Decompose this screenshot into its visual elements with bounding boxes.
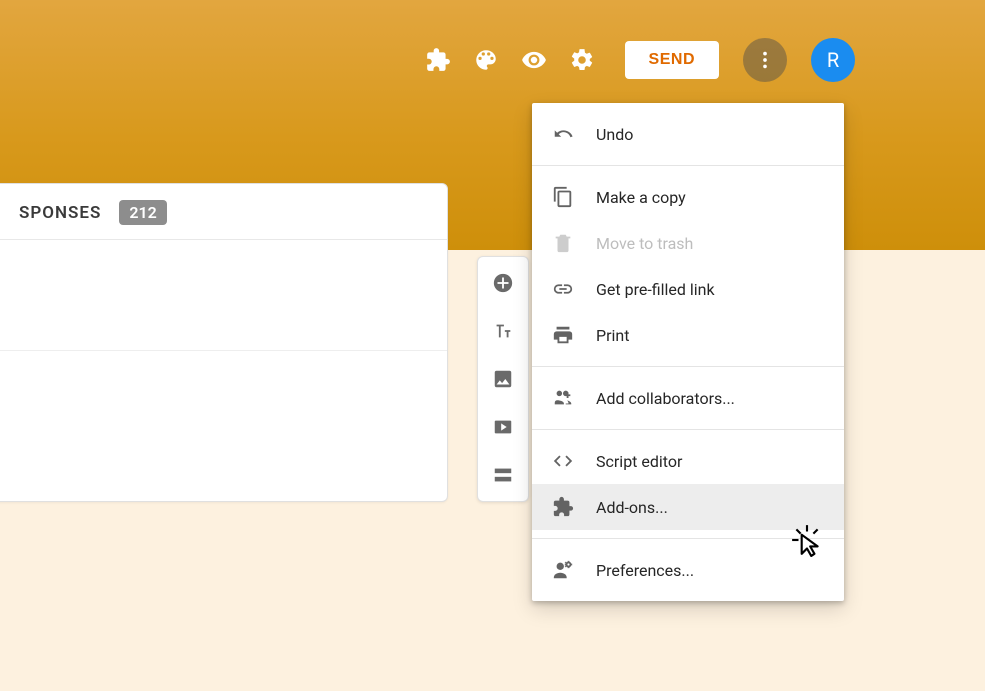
responses-count-badge: 212: [119, 200, 166, 225]
menu-item-label: Move to trash: [596, 234, 693, 253]
menu-item-label: Add collaborators...: [596, 389, 735, 408]
trash-icon: [552, 232, 574, 254]
form-card: SPONSES 212: [0, 183, 448, 502]
add-title-icon[interactable]: [491, 319, 515, 343]
question-toolbar: [477, 256, 529, 502]
add-section-icon[interactable]: [491, 463, 515, 487]
preview-icon[interactable]: [519, 45, 549, 75]
print-icon: [552, 324, 574, 346]
menu-item-label: Print: [596, 326, 629, 345]
add-question-icon[interactable]: [491, 271, 515, 295]
menu-item-label: Script editor: [596, 452, 682, 471]
settings-icon[interactable]: [567, 45, 597, 75]
menu-item-label: Add-ons...: [596, 498, 668, 517]
palette-icon[interactable]: [471, 45, 501, 75]
add-video-icon[interactable]: [491, 415, 515, 439]
menu-item-label: Preferences...: [596, 561, 694, 580]
menu-separator: [532, 366, 844, 367]
code-icon: [552, 450, 574, 472]
copy-icon: [552, 186, 574, 208]
addons-icon[interactable]: [423, 45, 453, 75]
menu-item-move-trash: Move to trash: [532, 220, 844, 266]
menu-item-prefilled-link[interactable]: Get pre-filled link: [532, 266, 844, 312]
preferences-icon: [552, 559, 574, 581]
menu-item-make-copy[interactable]: Make a copy: [532, 174, 844, 220]
more-menu-button[interactable]: [743, 38, 787, 82]
tabs-row: SPONSES 212: [0, 184, 447, 240]
menu-item-add-collaborators[interactable]: Add collaborators...: [532, 375, 844, 421]
undo-icon: [552, 123, 574, 145]
menu-item-label: Undo: [596, 125, 633, 144]
people-add-icon: [552, 387, 574, 409]
add-image-icon[interactable]: [491, 367, 515, 391]
menu-separator: [532, 165, 844, 166]
cursor-indicator: [790, 523, 824, 561]
responses-tab[interactable]: SPONSES: [19, 203, 101, 223]
menu-item-label: Make a copy: [596, 188, 686, 207]
menu-item-print[interactable]: Print: [532, 312, 844, 358]
link-icon: [552, 278, 574, 300]
menu-item-label: Get pre-filled link: [596, 280, 715, 299]
menu-item-script-editor[interactable]: Script editor: [532, 438, 844, 484]
card-divider: [0, 350, 447, 351]
header-toolbar: SEND R: [423, 38, 855, 82]
menu-item-undo[interactable]: Undo: [532, 111, 844, 157]
avatar[interactable]: R: [811, 38, 855, 82]
puzzle-icon: [552, 496, 574, 518]
menu-separator: [532, 429, 844, 430]
send-button[interactable]: SEND: [625, 41, 719, 79]
